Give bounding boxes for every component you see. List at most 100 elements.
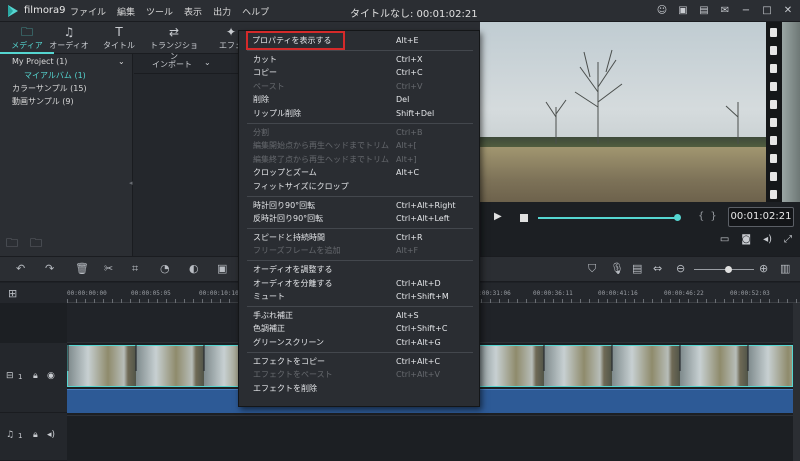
menu-item-shortcut: Ctrl+X [396, 54, 423, 64]
delete-icon[interactable]: 🗑 [75, 262, 89, 275]
audio-track-icon: ♫ [6, 430, 15, 440]
mail-icon[interactable]: ✉ [719, 4, 731, 17]
audio-lock-icon[interactable]: 🔒︎ [33, 430, 38, 440]
menu-item-label: スピードと持続時間 [253, 232, 325, 242]
menu-view[interactable]: 表示 [184, 5, 202, 18]
add-track-icon[interactable]: ⊞ [8, 287, 17, 300]
play-icon[interactable]: ▶ [494, 211, 502, 222]
add-folder-icon[interactable]: 🗀 [6, 234, 18, 255]
context-menu-item[interactable]: カット Ctrl+X [239, 53, 481, 66]
context-menu-item[interactable]: 色調補正 Ctrl+Shift+C [239, 322, 481, 335]
playback-progress[interactable] [538, 217, 678, 219]
close-icon[interactable]: ✕ [782, 4, 794, 17]
context-menu-item[interactable]: 時計回り90°回転 Ctrl+Alt+Right [239, 199, 481, 212]
menu-file[interactable]: ファイル [70, 5, 106, 18]
context-menu-item[interactable]: プロパティを表示する Alt+E [239, 31, 481, 50]
tab-audio[interactable]: ♫ オーディオ [42, 25, 96, 51]
menu-help[interactable]: ヘルプ [242, 5, 269, 18]
tree-item-color-samples[interactable]: カラーサンプル (15) [12, 83, 87, 94]
menu-edit[interactable]: 編集 [117, 5, 135, 18]
ruler-tick: 00:00:00:00 [67, 290, 107, 297]
zoom-slider-track[interactable] [694, 269, 754, 270]
context-menu-item[interactable]: ミュート Ctrl+Shift+M [239, 290, 481, 303]
menu-separator [247, 305, 473, 307]
tree-item-project[interactable]: My Project (1) [12, 57, 67, 66]
menu-item-label: 時計回り90°回転 [253, 200, 316, 210]
import-dropdown-icon[interactable]: ⌄ [204, 58, 211, 67]
context-menu-item: 分割 Ctrl+B [239, 126, 481, 139]
audio-mixer-icon[interactable]: ▤ [632, 262, 642, 275]
menu-tools[interactable]: ツール [146, 5, 173, 18]
microphone-icon[interactable]: 🎙 [610, 262, 624, 275]
context-menu-item[interactable]: クロップとズーム Alt+C [239, 166, 481, 179]
context-menu-item[interactable]: 手ぶれ補正 Alt+S [239, 309, 481, 322]
preview-panel: ▶ {} 00:01:02:21 ▭ ◙ ◂) ⤢ [480, 22, 800, 256]
zoom-in-icon[interactable]: ⊕ [759, 262, 768, 275]
remove-folder-icon[interactable]: 🗀 [30, 234, 42, 255]
audio-volume-icon[interactable]: ◂) [47, 430, 55, 440]
media-tree: My Project (1) ⌄ マイアルバム (1) カラーサンプル (15)… [0, 54, 133, 256]
audio-track[interactable] [67, 415, 800, 461]
context-menu-item[interactable]: スピードと持続時間 Ctrl+R [239, 231, 481, 244]
record-screen-icon[interactable]: ▣ [217, 262, 227, 275]
gift-icon[interactable]: ▣ [677, 4, 689, 17]
save-icon[interactable]: ▤ [698, 4, 710, 17]
eye-icon[interactable]: ◉ [47, 371, 55, 381]
menu-separator [247, 260, 473, 261]
undo-icon[interactable]: ↶ [16, 262, 25, 275]
context-menu-item[interactable]: 反時計回り90°回転 Ctrl+Alt+Left [239, 212, 481, 225]
context-menu-item[interactable]: 削除 Del [239, 93, 481, 106]
tree-item-my-album[interactable]: マイアルバム (1) [24, 70, 86, 81]
minimize-icon[interactable]: − [740, 4, 752, 17]
context-menu-item[interactable]: リップル削除 Shift+Del [239, 107, 481, 120]
render-preview-icon[interactable]: ▭ [720, 234, 729, 245]
context-menu-item[interactable]: エフェクトをコピー Ctrl+Alt+C [239, 355, 481, 368]
context-menu-item[interactable]: グリーンスクリーン Ctrl+Alt+G [239, 336, 481, 349]
maximize-icon[interactable]: □ [761, 4, 773, 17]
speed-icon[interactable]: ◔ [160, 262, 170, 275]
zoom-slider-handle[interactable] [725, 266, 732, 273]
mark-in-out-icon[interactable]: {} [698, 211, 723, 222]
playhead-handle[interactable] [674, 214, 681, 221]
context-menu-item[interactable]: フィットサイズにクロップ [239, 180, 481, 193]
context-menu-item[interactable]: オーディオを調整する [239, 263, 481, 276]
lock-icon[interactable]: 🔒︎ [33, 371, 38, 381]
fullscreen-icon[interactable]: ⤢ [784, 234, 792, 245]
menu-separator [247, 351, 473, 353]
context-menu-item: エフェクトをペースト Ctrl+Alt+V [239, 368, 481, 381]
account-icon[interactable]: ☺ [656, 4, 668, 17]
volume-icon[interactable]: ◂) [763, 234, 772, 245]
playback-controls: ▶ {} 00:01:02:21 [480, 206, 800, 230]
timeline-scrollbar[interactable] [793, 303, 800, 461]
preview-video [480, 22, 766, 202]
transition-icon: ⇄ [168, 25, 180, 39]
menu-item-label: ミュート [253, 292, 285, 302]
menu-item-shortcut: Alt+] [396, 154, 417, 164]
cut-icon[interactable]: ✂ [104, 262, 113, 275]
menu-item-label: 手ぶれ補正 [253, 310, 293, 320]
layout-icon[interactable]: ▥ [780, 262, 790, 275]
window-title: タイトルなし: 00:01:02:21 [350, 9, 478, 20]
chevron-down-icon[interactable]: ⌄ [118, 57, 125, 66]
context-menu: プロパティを表示する Alt+E カット Ctrl+X コピー Ctrl+C ペースト Ctr… [238, 30, 480, 407]
fit-timeline-icon[interactable]: ⇔ [653, 262, 662, 275]
zoom-out-icon[interactable]: ⊖ [676, 262, 685, 275]
import-button[interactable]: インポート [152, 59, 192, 70]
tree-item-video-samples[interactable]: 動画サンプル (9) [12, 96, 74, 107]
crop-icon[interactable]: ⌗ [132, 262, 138, 276]
menu-item-label: グリーンスクリーン [253, 338, 325, 347]
context-menu-item[interactable]: エフェクトを削除 [239, 382, 481, 395]
redo-icon[interactable]: ↷ [45, 262, 54, 275]
ruler-tick: 00:00:52:03 [730, 290, 770, 297]
marker-icon[interactable]: ⛉ [588, 262, 596, 276]
menu-export[interactable]: 出力 [213, 5, 231, 18]
context-menu-item[interactable]: オーディオを分離する Ctrl+Alt+D [239, 277, 481, 290]
menu-item-label: 分割 [253, 127, 269, 137]
stop-icon[interactable] [520, 214, 528, 222]
tab-title[interactable]: T タイトル [92, 25, 146, 51]
collapse-panel-icon[interactable]: ◂ [129, 179, 133, 187]
context-menu-item[interactable]: コピー Ctrl+C [239, 66, 481, 79]
color-icon[interactable]: ◐ [189, 262, 199, 275]
snapshot-icon[interactable]: ◙ [741, 234, 751, 245]
film-strip-decoration [766, 22, 800, 202]
